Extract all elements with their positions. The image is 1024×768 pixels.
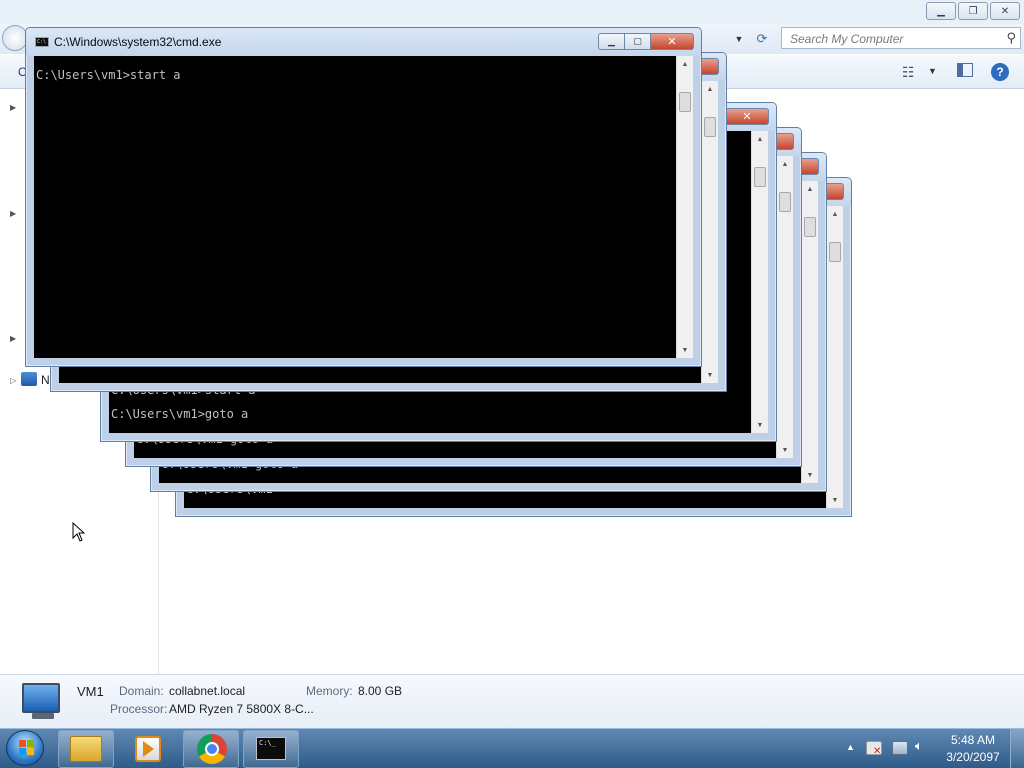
scroll-down-icon[interactable]: ▼ [802, 467, 818, 483]
search-placeholder: Search My Computer [790, 32, 904, 46]
windows-logo-icon [27, 740, 34, 747]
windows-logo-icon [19, 740, 26, 747]
network-tray-icon[interactable] [892, 741, 908, 755]
cmd-scrollbar[interactable]: ▲ ▼ [776, 156, 793, 458]
scroll-down-icon[interactable]: ▼ [752, 417, 768, 433]
console-line: C:\Users\vm1>goto a [161, 476, 800, 483]
network-icon [21, 372, 37, 386]
scroll-thumb[interactable] [679, 92, 691, 112]
scroll-down-icon[interactable]: ▼ [777, 442, 793, 458]
cmd-scrollbar[interactable]: ▲ ▼ [701, 81, 718, 383]
refresh-icon[interactable]: ⟳ [752, 29, 772, 49]
memory-value: 8.00 GB [358, 684, 403, 698]
explorer-caption-bar [0, 0, 1024, 26]
close-button[interactable]: ✕ [726, 108, 769, 125]
console-line: C:\Users\vm1>start a [36, 68, 181, 82]
expand-arrow-icon[interactable]: ▷ [10, 376, 16, 385]
processor-label: Processor: [110, 702, 168, 716]
views-dropdown-icon[interactable]: ▼ [928, 66, 937, 76]
cmd-scrollbar[interactable]: ▲ ▼ [826, 206, 843, 508]
scroll-down-icon[interactable]: ▼ [702, 367, 718, 383]
console-line: C:\Users\vm1>start a [136, 451, 775, 458]
console-line: C:\Users\vm1>goto a [111, 407, 249, 421]
explorer-minimize-button[interactable]: ▁ [926, 2, 956, 20]
cmd-console[interactable]: C:\Users\vm1>start a ▲ ▼ [34, 56, 693, 358]
computer-name: VM1 [77, 684, 104, 699]
scroll-up-icon[interactable]: ▲ [827, 206, 843, 222]
search-input[interactable]: Search My Computer ⚲ [781, 27, 1021, 49]
nav-network-label[interactable]: N [41, 373, 50, 387]
volume-icon[interactable]: 🔈︎ [915, 738, 931, 753]
details-pane [0, 674, 1024, 728]
expand-arrow-icon[interactable]: ▶ [10, 103, 16, 112]
scroll-down-icon[interactable]: ▼ [827, 492, 843, 508]
memory-label: Memory: [306, 684, 353, 698]
scroll-up-icon[interactable]: ▲ [777, 156, 793, 172]
cmd-window[interactable]: C:\ C:\Windows\system32\cmd.exe C:\Users\… [25, 27, 702, 367]
alert-x-icon: ✕ [873, 746, 882, 757]
minimize-button[interactable]: ▁ [598, 33, 625, 50]
scroll-up-icon[interactable]: ▲ [802, 181, 818, 197]
domain-label: Domain: [119, 684, 164, 698]
scroll-up-icon[interactable]: ▲ [677, 56, 693, 72]
preview-pane-icon[interactable] [957, 63, 973, 77]
maximize-button[interactable]: ▢ [625, 33, 651, 50]
explorer-icon [70, 736, 102, 762]
clock-time[interactable]: 5:48 AM [940, 733, 1006, 747]
computer-icon [22, 683, 60, 713]
views-icon[interactable]: ☷ [902, 64, 915, 81]
mouse-cursor-icon [72, 522, 86, 542]
scroll-thumb[interactable] [704, 117, 716, 137]
search-icon[interactable]: ⚲ [1006, 30, 1016, 46]
cmd-window-controls: ▁▢✕ [598, 33, 694, 50]
expand-arrow-icon[interactable]: ▶ [10, 209, 16, 218]
clock-date[interactable]: 3/20/2097 [940, 750, 1006, 764]
processor-value: AMD Ryzen 7 5800X 8-C... [169, 702, 314, 716]
windows-logo-icon [27, 748, 34, 755]
cmd-window-title: C:\Windows\system32\cmd.exe [54, 35, 222, 49]
cmd-scrollbar[interactable]: ▲ ▼ [676, 56, 693, 358]
scroll-up-icon[interactable]: ▲ [702, 81, 718, 97]
scroll-thumb[interactable] [804, 217, 816, 237]
scroll-up-icon[interactable]: ▲ [752, 131, 768, 147]
media-play-icon [143, 741, 154, 757]
explorer-restore-button[interactable]: ❐ [958, 2, 988, 20]
scroll-down-icon[interactable]: ▼ [677, 342, 693, 358]
cmd-scrollbar[interactable]: ▲ ▼ [751, 131, 768, 433]
scroll-thumb[interactable] [779, 192, 791, 212]
close-button[interactable]: ✕ [651, 33, 694, 50]
scroll-thumb[interactable] [829, 242, 841, 262]
windows-logo-icon [19, 748, 26, 755]
show-desktop-button[interactable] [1010, 729, 1024, 768]
tray-expand-icon[interactable]: ▲ [846, 742, 855, 752]
cmd-icon: C:\_ [256, 737, 286, 760]
domain-value: collabnet.local [169, 684, 246, 698]
scroll-thumb[interactable] [754, 167, 766, 187]
chrome-center-icon [205, 742, 219, 756]
cmd-scrollbar[interactable]: ▲ ▼ [801, 181, 818, 483]
help-icon[interactable]: ? [991, 63, 1009, 81]
address-dropdown-icon[interactable]: ▼ [730, 29, 748, 49]
cmd-icon: C:\ [35, 37, 49, 47]
computer-stand-icon [32, 713, 54, 719]
expand-arrow-icon[interactable]: ▶ [10, 334, 16, 343]
explorer-close-button[interactable]: ✕ [990, 2, 1020, 20]
cmd-output: C:\Users\vm1>start a [36, 63, 675, 358]
